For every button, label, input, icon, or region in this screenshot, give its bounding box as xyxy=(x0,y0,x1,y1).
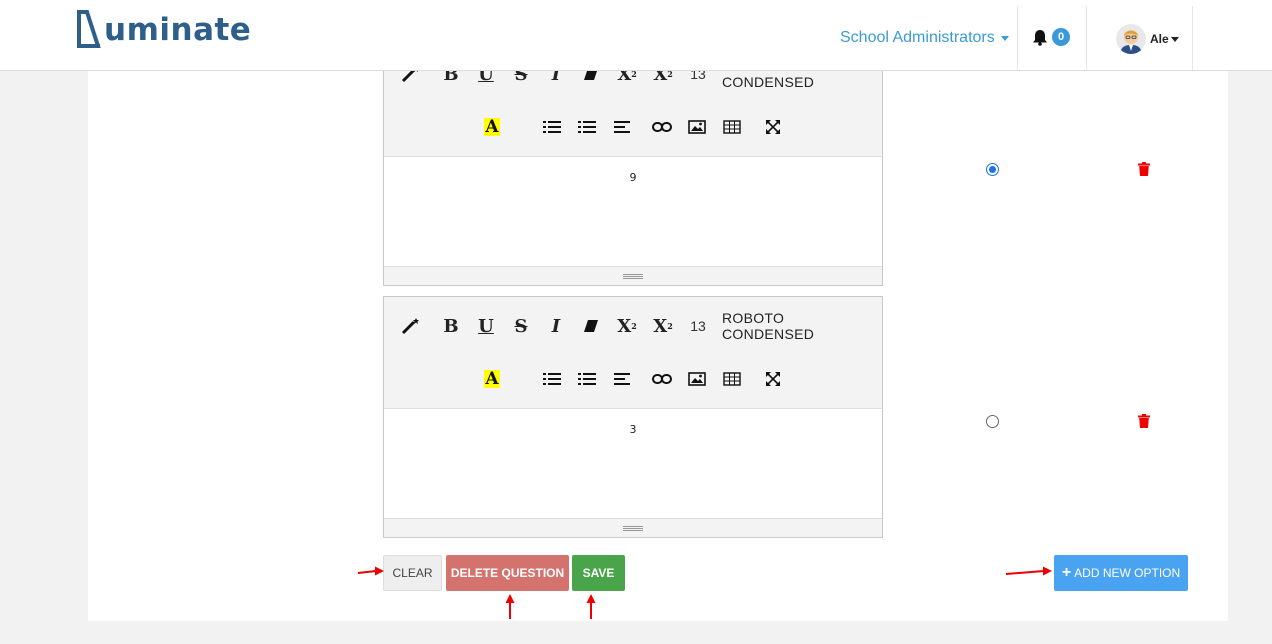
align-icon[interactable] xyxy=(611,115,633,139)
italic-icon[interactable]: I xyxy=(545,314,567,338)
divider xyxy=(1192,6,1193,70)
user-name: Ale xyxy=(1150,32,1179,46)
underline-icon[interactable]: U xyxy=(475,314,497,338)
fullscreen-icon[interactable] xyxy=(762,115,784,139)
divider xyxy=(1017,6,1018,70)
subscript-icon[interactable]: X2 xyxy=(650,314,676,338)
strikethrough-icon[interactable]: S xyxy=(510,314,532,338)
chevron-down-icon xyxy=(1000,35,1009,41)
table-icon[interactable] xyxy=(721,115,743,139)
option-text: 3 xyxy=(629,423,637,436)
numbered-list-icon[interactable] xyxy=(576,367,598,391)
annotation-arrow-right xyxy=(357,566,384,576)
correct-answer-radio[interactable] xyxy=(986,163,999,176)
editor-content[interactable]: 9 xyxy=(384,157,882,265)
editor-toolbar: B U S I X2 X2 13 ROBOTO CONDENSED A xyxy=(384,297,882,409)
clear-button[interactable]: CLEAR xyxy=(383,555,442,591)
superscript-icon[interactable]: X2 xyxy=(614,314,640,338)
option-editor: B U S I X2 X2 13 ROBOTO CONDENSED A xyxy=(383,296,883,538)
annotation-arrow-up xyxy=(586,594,596,619)
notification-count-badge: 0 xyxy=(1052,28,1070,46)
user-menu[interactable]: Ale xyxy=(1116,24,1179,54)
highlight-icon[interactable]: A xyxy=(482,115,502,139)
image-icon[interactable] xyxy=(686,115,708,139)
logo-text: uminate xyxy=(104,12,252,48)
link-icon[interactable] xyxy=(651,115,673,139)
bell-icon xyxy=(1033,29,1047,46)
bold-icon[interactable]: B xyxy=(440,314,462,338)
editor-resize-handle[interactable] xyxy=(384,266,882,285)
eraser-icon[interactable] xyxy=(580,314,602,338)
notifications-button[interactable]: 0 xyxy=(1032,28,1070,46)
add-new-option-button[interactable]: + ADD NEW OPTION xyxy=(1054,555,1188,591)
grip-icon xyxy=(623,525,643,531)
annotation-arrow-right xyxy=(1005,566,1052,576)
image-icon[interactable] xyxy=(686,367,708,391)
align-icon[interactable] xyxy=(611,367,633,391)
annotation-arrow-up xyxy=(505,594,515,619)
correct-answer-radio[interactable] xyxy=(986,415,999,428)
editor-resize-handle[interactable] xyxy=(384,518,882,537)
option-editor: B U S I X2 X2 13 ROBOTO CONDENSED A xyxy=(383,44,883,286)
highlight-icon[interactable]: A xyxy=(482,367,502,391)
trash-icon[interactable] xyxy=(1138,414,1150,428)
numbered-list-icon[interactable] xyxy=(576,115,598,139)
editor-content[interactable]: 3 xyxy=(384,409,882,517)
font-family-select[interactable]: ROBOTO CONDENSED xyxy=(722,310,864,342)
divider xyxy=(1086,6,1087,70)
add-new-option-label: ADD NEW OPTION xyxy=(1074,566,1181,580)
grip-icon xyxy=(623,273,643,279)
role-dropdown[interactable]: School Administrators xyxy=(840,29,1009,47)
logo-mark-icon xyxy=(77,10,101,48)
avatar xyxy=(1116,24,1146,54)
delete-question-button[interactable]: DELETE QUESTION xyxy=(446,555,569,591)
trash-icon[interactable] xyxy=(1138,162,1150,176)
luminate-logo[interactable]: uminate xyxy=(76,10,251,50)
magic-icon[interactable] xyxy=(400,314,422,338)
bullet-list-icon[interactable] xyxy=(541,115,563,139)
link-icon[interactable] xyxy=(651,367,673,391)
bullet-list-icon[interactable] xyxy=(541,367,563,391)
role-label: School Administrators xyxy=(840,29,995,46)
plus-icon: + xyxy=(1061,564,1072,581)
table-icon[interactable] xyxy=(721,367,743,391)
option-text: 9 xyxy=(629,171,637,184)
fullscreen-icon[interactable] xyxy=(762,367,784,391)
top-navbar: uminate School Administrators 0 Ale xyxy=(0,0,1272,71)
save-button[interactable]: SAVE xyxy=(572,555,625,591)
chevron-down-icon xyxy=(1170,36,1179,42)
font-size-select[interactable]: 13 xyxy=(688,314,708,338)
